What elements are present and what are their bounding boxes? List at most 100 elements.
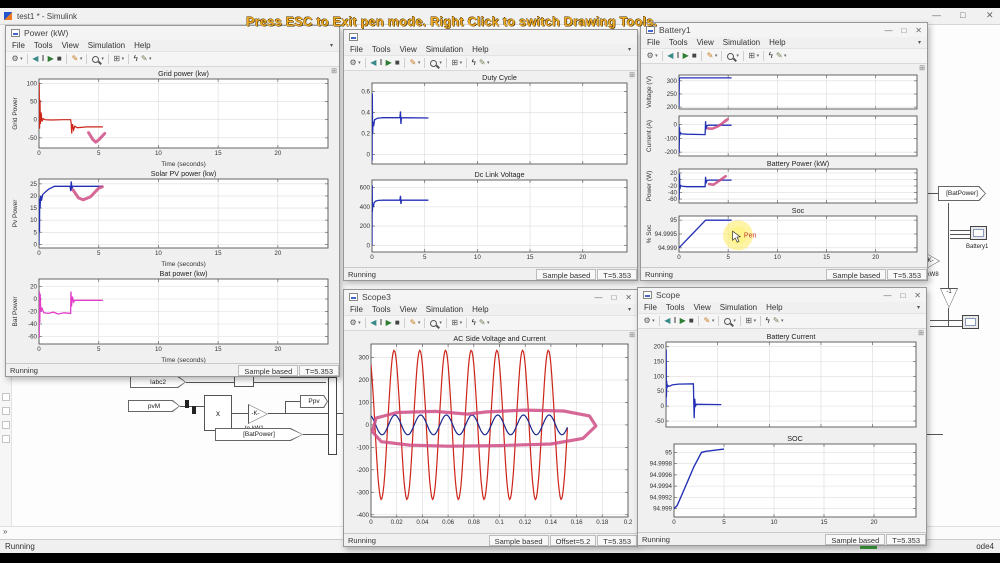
dock-icon[interactable]: ⊞ — [918, 329, 924, 337]
maximize-icon[interactable]: □ — [900, 291, 905, 300]
dropdown-caret-icon[interactable]: ▾ — [733, 318, 736, 324]
dropdown-caret-icon[interactable]: ▾ — [439, 60, 442, 66]
overflow-chevron-icon[interactable]: » — [0, 527, 7, 536]
step-back-icon[interactable]: ◀ — [370, 59, 376, 67]
fit-view-icon[interactable]: ⊞ — [451, 319, 458, 327]
menu-tools[interactable]: Tools — [372, 45, 391, 54]
menu-help[interactable]: Help — [134, 41, 150, 50]
dropdown-caret-icon[interactable]: ▾ — [149, 56, 152, 62]
menu-file[interactable]: File — [12, 41, 25, 50]
menu-help[interactable]: Help — [769, 38, 785, 47]
dropdown-caret-icon[interactable]: ▾ — [781, 318, 784, 324]
dropdown-caret-icon[interactable]: ▾ — [460, 60, 463, 66]
menu-simulation[interactable]: Simulation — [426, 305, 463, 314]
pause-icon[interactable]: ‖ — [41, 55, 44, 63]
dropdown-caret-icon[interactable]: ▾ — [358, 320, 361, 326]
zoom-icon[interactable] — [430, 59, 438, 67]
pen-icon[interactable]: ✎ — [479, 59, 486, 67]
step-back-icon[interactable]: ◀ — [664, 317, 670, 325]
menu-help[interactable]: Help — [472, 305, 488, 314]
maximize-icon[interactable]: □ — [901, 26, 906, 35]
run-icon[interactable]: ▶ — [386, 59, 392, 67]
run-icon[interactable]: ▶ — [48, 55, 54, 63]
dropdown-caret-icon[interactable]: ▾ — [655, 53, 658, 59]
close-icon[interactable]: ✕ — [914, 291, 921, 300]
menu-overflow-icon[interactable]: ▾ — [918, 39, 921, 46]
fit-view-icon[interactable]: ⊞ — [745, 317, 752, 325]
pen-icon[interactable]: ✎ — [776, 52, 783, 60]
menu-view[interactable]: View — [694, 303, 711, 312]
menu-help[interactable]: Help — [766, 303, 782, 312]
stop-icon[interactable]: ■ — [692, 52, 697, 60]
dropdown-caret-icon[interactable]: ▾ — [487, 320, 490, 326]
menu-simulation[interactable]: Simulation — [426, 45, 463, 54]
dropdown-caret-icon[interactable]: ▾ — [784, 53, 787, 59]
dropdown-caret-icon[interactable]: ▾ — [439, 320, 442, 326]
trigger-icon[interactable]: ϟ — [472, 59, 476, 67]
dropdown-caret-icon[interactable]: ▾ — [20, 56, 23, 62]
window-titlebar[interactable]: Scope3 — □ ✕ — [344, 290, 637, 304]
dock-icon[interactable]: ⊞ — [629, 331, 635, 339]
pause-icon[interactable]: ‖ — [676, 52, 679, 60]
pen-icon[interactable]: ✎ — [141, 55, 148, 63]
menu-tools[interactable]: Tools — [372, 305, 391, 314]
pen-icon[interactable]: ✎ — [479, 319, 486, 327]
palette-icon[interactable] — [2, 435, 10, 443]
run-icon[interactable]: ▶ — [683, 52, 689, 60]
run-icon[interactable]: ▶ — [386, 319, 392, 327]
minimize-icon[interactable]: — — [884, 26, 892, 35]
mux-block[interactable] — [328, 377, 337, 455]
from-tag-iabc2[interactable]: Iabc2 — [130, 376, 186, 388]
palette-icon[interactable] — [2, 407, 10, 415]
window-titlebar[interactable]: Battery1 — □ ✕ — [641, 23, 927, 37]
minimize-icon[interactable]: — — [932, 10, 941, 20]
menu-tools[interactable]: Tools — [34, 41, 53, 50]
menu-overflow-icon[interactable]: ▾ — [330, 42, 333, 49]
pause-icon[interactable]: ‖ — [673, 317, 676, 325]
scope-block[interactable] — [962, 315, 979, 329]
zoom-icon[interactable] — [724, 317, 732, 325]
scope-block-battery1[interactable] — [970, 226, 987, 240]
style-brush-icon[interactable]: ✎ — [707, 52, 714, 60]
zoom-icon[interactable] — [727, 52, 735, 60]
menu-overflow-icon[interactable]: ▾ — [917, 304, 920, 311]
menu-file[interactable]: File — [350, 45, 363, 54]
stop-icon[interactable]: ■ — [57, 55, 62, 63]
palette-icon[interactable] — [2, 421, 10, 429]
goto-tag-batpower[interactable]: [BatPower] — [938, 186, 986, 201]
from-tag-batpower[interactable]: [BatPower] — [215, 428, 303, 441]
pen-icon[interactable]: ✎ — [773, 317, 780, 325]
menu-file[interactable]: File — [647, 38, 660, 47]
palette-icon[interactable] — [2, 393, 10, 401]
zoom-icon[interactable] — [430, 319, 438, 327]
close-icon[interactable]: ✕ — [625, 293, 632, 302]
close-icon[interactable]: ✕ — [986, 10, 994, 21]
menu-tools[interactable]: Tools — [669, 38, 688, 47]
goto-tag-ppv[interactable]: Ppv — [300, 395, 328, 408]
menu-simulation[interactable]: Simulation — [88, 41, 125, 50]
close-icon[interactable]: ✕ — [915, 26, 922, 35]
dock-icon[interactable]: ⊞ — [629, 71, 635, 79]
menu-tools[interactable]: Tools — [666, 303, 685, 312]
dock-icon[interactable]: ⊞ — [331, 67, 337, 75]
settings-gear-icon[interactable]: ⚙ — [350, 319, 357, 327]
pause-icon[interactable]: ‖ — [379, 319, 382, 327]
menu-file[interactable]: File — [644, 303, 657, 312]
settings-gear-icon[interactable]: ⚙ — [12, 55, 19, 63]
dropdown-caret-icon[interactable]: ▾ — [715, 53, 718, 59]
menu-view[interactable]: View — [62, 41, 79, 50]
menu-view[interactable]: View — [400, 45, 417, 54]
fit-view-icon[interactable]: ⊞ — [451, 59, 458, 67]
trigger-icon[interactable]: ϟ — [769, 52, 773, 60]
menu-view[interactable]: View — [697, 38, 714, 47]
product-block[interactable]: x — [204, 395, 232, 431]
style-brush-icon[interactable]: ✎ — [72, 55, 79, 63]
dropdown-caret-icon[interactable]: ▾ — [736, 53, 739, 59]
style-brush-icon[interactable]: ✎ — [410, 319, 417, 327]
menu-simulation[interactable]: Simulation — [723, 38, 760, 47]
stop-icon[interactable]: ■ — [395, 319, 400, 327]
minimize-icon[interactable]: — — [594, 293, 602, 302]
step-back-icon[interactable]: ◀ — [667, 52, 673, 60]
window-titlebar[interactable]: Scope — □ ✕ — [638, 288, 926, 302]
menu-view[interactable]: View — [400, 305, 417, 314]
